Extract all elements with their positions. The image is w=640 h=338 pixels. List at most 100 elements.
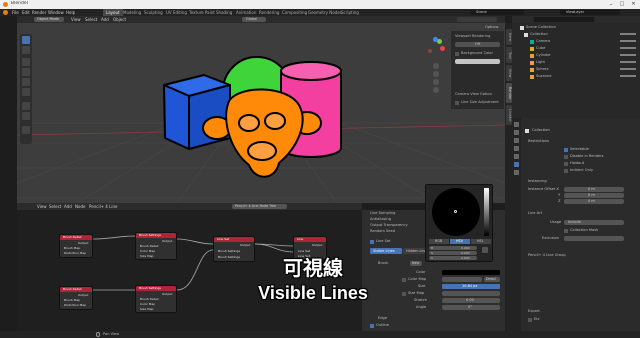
viewport-menu-select[interactable]: Select xyxy=(85,16,97,23)
saturation-field[interactable]: S 0.000 xyxy=(429,251,477,255)
viewport-menu-object[interactable]: Object xyxy=(113,16,126,23)
render-off-button[interactable]: Off xyxy=(455,42,500,47)
instance-offset-y-field[interactable]: 0 m xyxy=(564,193,624,198)
outliner-item-light[interactable]: Light xyxy=(536,59,545,66)
color-picker-popup[interactable]: RGB HSV HSL H 0.000 S 0.000 V 0.000 xyxy=(425,184,493,262)
render-tab-icon[interactable] xyxy=(514,130,519,135)
node-menu-view[interactable]: View xyxy=(37,203,47,210)
annotate-tool-icon[interactable] xyxy=(22,102,30,110)
menu-edit[interactable]: Edit xyxy=(22,9,30,16)
gizmo-z-icon[interactable] xyxy=(433,37,438,42)
brush-detail-node[interactable]: Brush Detail Output Brush Map Distortion… xyxy=(59,234,93,258)
select-tool-icon[interactable] xyxy=(22,36,30,44)
mode-hsv-button[interactable]: HSV xyxy=(450,239,470,244)
3d-viewport[interactable]: Options Viewport Rendering Off Backgroun… xyxy=(17,23,505,203)
view-layer-selector[interactable]: ViewLayer xyxy=(560,10,620,15)
viewport-menu-view[interactable]: View xyxy=(71,16,81,23)
close-button[interactable]: ✕ xyxy=(628,0,639,9)
instancing-header[interactable]: Instancing xyxy=(528,178,547,185)
outliner-item-camera[interactable]: Camera xyxy=(536,38,550,45)
menu-help[interactable]: Help xyxy=(66,9,75,16)
rotate-tool-icon[interactable] xyxy=(22,68,30,76)
edge-header[interactable]: Edge xyxy=(378,315,387,322)
outliner-item-cube[interactable]: Cube xyxy=(536,45,545,52)
add-cube-tool-icon[interactable] xyxy=(22,126,30,134)
holdout-checkbox[interactable] xyxy=(564,162,568,166)
color-map-field[interactable] xyxy=(442,277,482,282)
shading-buttons[interactable] xyxy=(457,17,497,22)
perspective-toggle-icon[interactable] xyxy=(433,87,439,93)
value-field[interactable]: V 0.000 xyxy=(429,256,477,260)
view-layer-tab-icon[interactable] xyxy=(514,146,519,151)
scene-tab-icon[interactable] xyxy=(514,154,519,159)
scene-selector[interactable]: Scene xyxy=(470,10,524,15)
object-mode-dropdown[interactable]: Object Mode xyxy=(34,17,64,22)
menu-render[interactable]: Render xyxy=(32,9,46,16)
eyedropper-icon[interactable] xyxy=(482,247,488,253)
collection-mask-checkbox[interactable] xyxy=(564,229,568,233)
menu-window[interactable]: Window xyxy=(48,9,64,16)
gizmo-neg-icon[interactable] xyxy=(428,49,432,53)
options-button[interactable]: Options xyxy=(483,25,503,30)
zoom-icon[interactable] xyxy=(433,63,439,69)
node-tree-selector[interactable]: Pencil+ 4 Line Node Tree xyxy=(232,204,287,209)
instance-offset-x-field[interactable]: 0 m xyxy=(564,187,624,192)
brush-detail-node[interactable]: Brush Detail Output Brush Map Distortion… xyxy=(59,286,93,310)
outline-checkbox[interactable] xyxy=(370,324,374,328)
node-menu-node[interactable]: Node xyxy=(75,203,85,210)
instance-offset-z-field[interactable]: 0 m xyxy=(564,199,624,204)
line-size-adjustment-checkbox[interactable] xyxy=(455,101,459,105)
node-menu-add[interactable]: Add xyxy=(64,203,72,210)
lineset-header[interactable]: Pencil+ 4 Line Group xyxy=(528,252,566,259)
outliner-item-collection[interactable]: Collection xyxy=(530,31,548,38)
selectable-checkbox[interactable] xyxy=(564,148,568,152)
detail-button[interactable]: Detail xyxy=(484,277,500,282)
restrictions-header[interactable]: Restrictions xyxy=(528,138,549,145)
minimize-button[interactable]: – xyxy=(606,0,616,9)
outliner-search[interactable] xyxy=(534,17,594,22)
outliner-item-suzanne[interactable]: Suzanne xyxy=(536,73,551,80)
scale-tool-icon[interactable] xyxy=(22,78,30,86)
workspace-tab-shading[interactable]: Shading xyxy=(213,9,235,16)
menu-file[interactable]: File xyxy=(12,9,19,16)
background-color-checkbox[interactable] xyxy=(455,52,459,56)
tool-tab-icon[interactable] xyxy=(514,122,519,127)
export-checkbox[interactable] xyxy=(528,318,532,322)
move-tool-icon[interactable] xyxy=(22,58,30,66)
mode-hsl-button[interactable]: HSL xyxy=(471,239,491,244)
world-tab-icon[interactable] xyxy=(514,170,519,175)
brush-settings-node[interactable]: Brush Settings Output Brush Detail Color… xyxy=(135,285,177,313)
line-art-header[interactable]: Line Art xyxy=(528,210,542,217)
export-header[interactable]: Export xyxy=(528,308,540,315)
exclusion-field[interactable] xyxy=(564,236,624,241)
workspace-tab-sculpting[interactable]: Sculpting xyxy=(141,9,166,16)
line-set-checkbox[interactable] xyxy=(370,240,374,244)
size-field[interactable]: 10.84 px xyxy=(442,284,500,289)
viewport-menu-add[interactable]: Add xyxy=(101,16,109,23)
usage-dropdown[interactable]: Include xyxy=(564,220,624,225)
node-menu-select[interactable]: Select xyxy=(49,203,61,210)
visibility-icons-column[interactable] xyxy=(620,31,636,79)
navigation-gizmo[interactable] xyxy=(425,37,447,59)
stretch-field[interactable]: 0.00 xyxy=(442,298,500,303)
outliner-item-cylinder[interactable]: Cylinder xyxy=(536,52,551,59)
transform-tool-icon[interactable] xyxy=(22,88,30,96)
workspace-tab-scripting[interactable]: Scripting xyxy=(338,9,362,16)
camera-view-icon[interactable] xyxy=(433,79,439,85)
value-slider[interactable] xyxy=(484,188,489,236)
output-tab-icon[interactable] xyxy=(514,138,519,143)
collection-tab-icon[interactable] xyxy=(514,162,519,167)
color-wheel-cursor-icon[interactable] xyxy=(454,210,457,213)
mode-rgb-button[interactable]: RGB xyxy=(429,239,449,244)
maximize-button[interactable]: □ xyxy=(617,0,627,9)
orientation-dropdown[interactable]: Global xyxy=(242,17,266,22)
brush-new-button[interactable]: New xyxy=(410,261,422,266)
gizmo-x-icon[interactable] xyxy=(440,46,445,51)
pan-icon[interactable] xyxy=(433,71,439,77)
indirect-only-checkbox[interactable] xyxy=(564,169,568,173)
cursor-tool-icon[interactable] xyxy=(22,46,30,54)
size-map-field[interactable] xyxy=(442,291,500,296)
blender-menu-icon[interactable] xyxy=(3,10,8,15)
angle-field[interactable]: 0° xyxy=(442,305,500,310)
color-swatch[interactable] xyxy=(442,270,500,275)
